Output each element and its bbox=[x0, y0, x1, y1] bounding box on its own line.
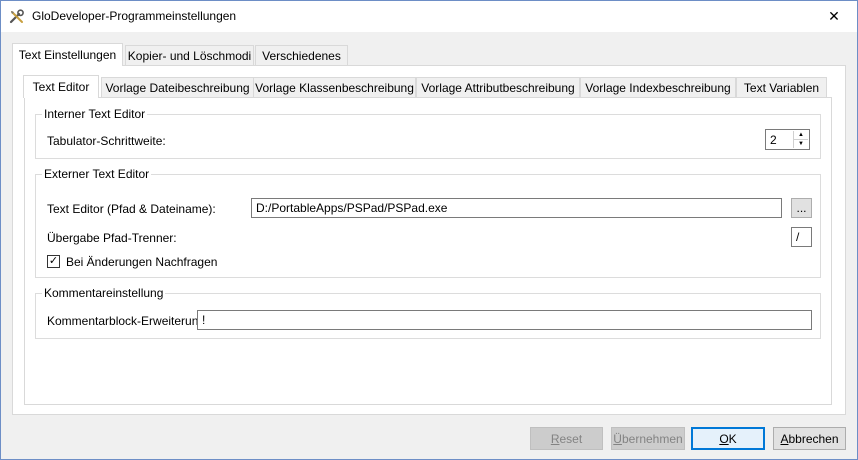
group-title: Kommentareinstellung bbox=[42, 286, 166, 300]
apply-button[interactable]: Übernehmen bbox=[611, 427, 685, 450]
button-label: eset bbox=[559, 431, 583, 446]
title-bar[interactable]: GloDeveloper-Programmeinstellungen ✕ bbox=[1, 1, 857, 32]
tab-text-variablen[interactable]: Text Variablen bbox=[736, 77, 827, 98]
settings-window: GloDeveloper-Programmeinstellungen ✕ Tex… bbox=[0, 0, 858, 460]
tab-width-value: 2 bbox=[770, 133, 777, 147]
outer-tab-panel: Text Editor Vorlage Dateibeschreibung Vo… bbox=[12, 65, 846, 415]
spinner-arrows: ▲ ▼ bbox=[793, 131, 808, 148]
tab-text-einstellungen[interactable]: Text Einstellungen bbox=[12, 43, 123, 66]
button-label: bernehmen bbox=[621, 431, 683, 446]
internal-editor-group: Interner Text Editor Tabulator-Schrittwe… bbox=[35, 107, 821, 159]
tab-label: Text Variablen bbox=[743, 81, 820, 95]
chevron-down-icon[interactable]: ▼ bbox=[794, 140, 808, 148]
button-accesskey: A bbox=[780, 431, 789, 446]
tab-text-editor[interactable]: Text Editor bbox=[23, 75, 99, 98]
tab-vorlage-attributbeschreibung[interactable]: Vorlage Attributbeschreibung bbox=[416, 77, 580, 98]
button-accesskey: O bbox=[719, 431, 729, 446]
window-title: GloDeveloper-Programmeinstellungen bbox=[32, 9, 237, 23]
button-accesskey: Ü bbox=[613, 431, 622, 446]
group-title: Externer Text Editor bbox=[42, 167, 152, 181]
browse-label: ... bbox=[796, 201, 807, 215]
tab-width-spinner[interactable]: 2 ▲ ▼ bbox=[765, 129, 810, 150]
tab-label: Text Editor bbox=[32, 80, 90, 94]
editor-path-label: Text Editor (Pfad & Dateiname): bbox=[47, 202, 216, 216]
tab-label: Text Einstellungen bbox=[18, 48, 117, 62]
confirm-changes-label[interactable]: Bei Änderungen Nachfragen bbox=[66, 255, 217, 269]
tab-vorlage-klassenbeschreibung[interactable]: Vorlage Klassenbeschreibung bbox=[253, 77, 416, 98]
path-separator-label: Übergabe Pfad-Trenner: bbox=[47, 231, 177, 245]
button-label: bbrechen bbox=[788, 431, 839, 446]
tab-label: Vorlage Dateibeschreibung bbox=[105, 81, 250, 95]
tools-icon bbox=[9, 9, 25, 25]
tab-vorlage-indexbeschreibung[interactable]: Vorlage Indexbeschreibung bbox=[580, 77, 736, 98]
checkmark-icon: ✓ bbox=[48, 255, 59, 267]
ok-button[interactable]: OK bbox=[691, 427, 765, 450]
tab-verschiedenes[interactable]: Verschiedenes bbox=[255, 45, 348, 66]
tab-label: Vorlage Klassenbeschreibung bbox=[255, 81, 414, 95]
reset-button[interactable]: Reset bbox=[530, 427, 603, 450]
tab-width-label: Tabulator-Schrittweite: bbox=[47, 134, 166, 148]
comment-settings-group: Kommentareinstellung Kommentarblock-Erwe… bbox=[35, 286, 821, 339]
external-editor-group: Externer Text Editor Text Editor (Pfad &… bbox=[35, 167, 821, 278]
editor-path-input[interactable]: D:/PortableApps/PSPad/PSPad.exe bbox=[251, 198, 782, 218]
group-title: Interner Text Editor bbox=[42, 107, 148, 121]
browse-button[interactable]: ... bbox=[791, 198, 812, 218]
path-separator-input[interactable]: / bbox=[791, 227, 812, 247]
inner-tab-panel: Interner Text Editor Tabulator-Schrittwe… bbox=[24, 97, 832, 405]
tab-label: Kopier- und Löschmodi bbox=[127, 49, 252, 63]
tab-kopier-und-loeschmodi[interactable]: Kopier- und Löschmodi bbox=[125, 45, 254, 66]
chevron-up-icon[interactable]: ▲ bbox=[794, 131, 808, 140]
confirm-changes-checkbox[interactable]: ✓ bbox=[47, 255, 60, 268]
tab-vorlage-dateibeschreibung[interactable]: Vorlage Dateibeschreibung bbox=[101, 77, 254, 98]
cancel-button[interactable]: Abbrechen bbox=[773, 427, 846, 450]
comment-extension-label: Kommentarblock-Erweiterung: bbox=[47, 314, 209, 328]
button-accesskey: R bbox=[550, 431, 560, 446]
comment-extension-input[interactable]: ! bbox=[197, 310, 812, 330]
tab-label: Vorlage Attributbeschreibung bbox=[421, 81, 575, 95]
close-icon: ✕ bbox=[828, 8, 840, 24]
tab-label: Vorlage Indexbeschreibung bbox=[585, 81, 731, 95]
close-button[interactable]: ✕ bbox=[811, 1, 857, 32]
tab-label: Verschiedenes bbox=[262, 49, 341, 63]
button-label: K bbox=[728, 431, 737, 446]
